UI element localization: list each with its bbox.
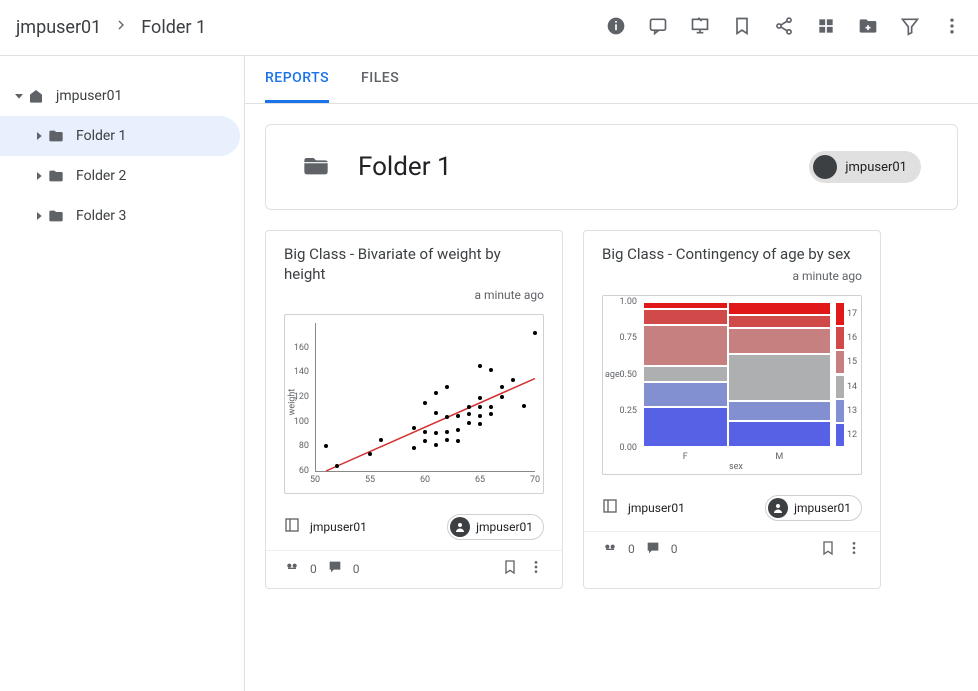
folder-title: Folder 1	[358, 152, 809, 182]
folder-icon	[48, 168, 76, 184]
card-title: Big Class - Contingency of age by sex	[602, 245, 862, 265]
folder-icon	[48, 208, 76, 224]
tree-item-folder1[interactable]: Folder 1	[0, 116, 240, 156]
views-count: 0	[628, 542, 635, 556]
tree-item-folder3[interactable]: Folder 3	[0, 196, 240, 236]
tree-item-folder2[interactable]: Folder 2	[0, 156, 240, 196]
topbar-actions	[606, 16, 962, 40]
tree-item-label: Folder 2	[76, 168, 126, 184]
content-area: REPORTS FILES Folder 1 jmpuser01 Big Cla…	[245, 56, 978, 691]
breadcrumb-root[interactable]: jmpuser01	[16, 17, 101, 38]
folder-header: Folder 1 jmpuser01	[265, 124, 958, 210]
chevron-right-icon[interactable]	[30, 168, 48, 184]
report-card[interactable]: Big Class - Bivariate of weight by heigh…	[265, 230, 563, 589]
card-timestamp: a minute ago	[284, 288, 544, 308]
tab-files[interactable]: FILES	[361, 56, 399, 103]
card-title: Big Class - Bivariate of weight by heigh…	[284, 245, 544, 284]
bookmark-icon[interactable]	[732, 16, 752, 40]
card-owner-chip[interactable]: jmpuser01	[447, 514, 544, 540]
comments-count: 0	[353, 562, 360, 576]
tree-root[interactable]: jmpuser01	[0, 76, 240, 116]
breadcrumb-separator	[113, 17, 129, 38]
owner-name: jmpuser01	[845, 160, 907, 175]
comments-icon	[327, 559, 343, 578]
present-icon[interactable]	[690, 16, 710, 40]
workspace-name: jmpuser01	[310, 520, 367, 534]
bookmark-icon[interactable]	[820, 540, 836, 559]
chevron-down-icon[interactable]	[10, 88, 28, 104]
workspace-icon	[602, 498, 618, 518]
chevron-right-icon[interactable]	[30, 208, 48, 224]
report-card[interactable]: Big Class - Contingency of age by sex a …	[583, 230, 881, 589]
bookmark-icon[interactable]	[502, 559, 518, 578]
card-owner-name: jmpuser01	[476, 520, 533, 534]
sidebar: jmpuser01 Folder 1 Folder 2 Folder 3	[0, 56, 245, 691]
info-icon[interactable]	[606, 16, 626, 40]
avatar-icon	[450, 517, 470, 537]
avatar-icon	[768, 498, 788, 518]
workspace-icon	[284, 517, 300, 537]
card-owner-name: jmpuser01	[794, 501, 851, 515]
breadcrumb-current: Folder 1	[141, 17, 206, 38]
share-icon[interactable]	[774, 16, 794, 40]
breadcrumb: jmpuser01 Folder 1	[16, 17, 206, 38]
grid-view-icon[interactable]	[816, 16, 836, 40]
folder-open-icon	[302, 151, 358, 183]
tree-item-label: Folder 3	[76, 208, 126, 224]
workspace-name: jmpuser01	[628, 501, 685, 515]
card-timestamp: a minute ago	[602, 269, 862, 289]
new-folder-icon[interactable]	[858, 16, 878, 40]
scatter-chart: 60801001201401605055606570weight	[284, 314, 544, 494]
more-icon[interactable]	[942, 16, 962, 40]
views-icon	[284, 559, 300, 578]
tree-root-label: jmpuser01	[56, 88, 122, 104]
tab-reports[interactable]: REPORTS	[265, 56, 329, 103]
comments-count: 0	[671, 542, 678, 556]
chevron-right-icon[interactable]	[30, 128, 48, 144]
avatar-icon	[813, 155, 837, 179]
views-count: 0	[310, 562, 317, 576]
card-owner-chip[interactable]: jmpuser01	[765, 495, 862, 521]
views-icon	[602, 540, 618, 559]
topbar: jmpuser01 Folder 1	[0, 0, 978, 56]
tree-item-label: Folder 1	[76, 128, 126, 144]
more-icon[interactable]	[846, 540, 862, 559]
card-grid: Big Class - Bivariate of weight by heigh…	[245, 230, 978, 609]
comments-icon	[645, 540, 661, 559]
tabs: REPORTS FILES	[245, 56, 978, 104]
owner-chip[interactable]: jmpuser01	[809, 151, 921, 183]
folder-icon	[48, 128, 76, 144]
home-icon	[28, 88, 56, 104]
more-icon[interactable]	[528, 559, 544, 578]
mosaic-chart: FM0.000.250.500.751.00agesex171615141312	[602, 295, 862, 475]
filter-icon[interactable]	[900, 16, 920, 40]
comments-icon[interactable]	[648, 16, 668, 40]
